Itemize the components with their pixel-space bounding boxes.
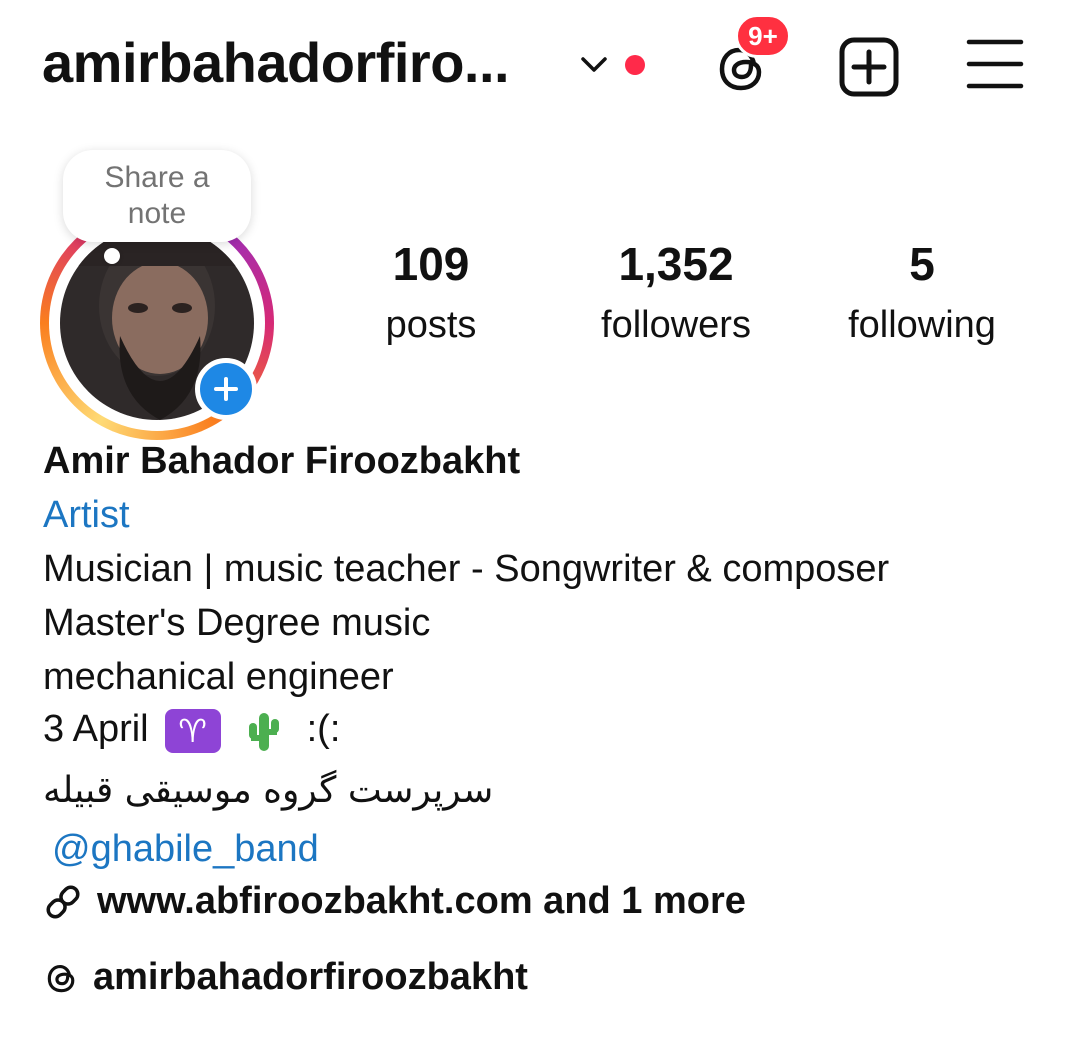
add-story-button[interactable]: [195, 358, 257, 420]
stat-followers-value: 1,352: [618, 238, 734, 290]
threads-icon: [47, 964, 75, 992]
chevron-down-icon[interactable]: [578, 52, 610, 78]
bio-line-3: mechanical engineer: [43, 656, 394, 698]
hamburger-menu-icon[interactable]: [966, 38, 1024, 90]
stat-followers-label: followers: [601, 304, 751, 346]
bio-line-2: Master's Degree music: [43, 602, 431, 644]
website-link-row[interactable]: www.abfiroozbakht.com and 1 more: [43, 880, 746, 923]
website-link-text[interactable]: www.abfiroozbakht.com and 1 more: [97, 880, 746, 923]
threads-handle-text[interactable]: amirbahadorfiroozbakht: [93, 956, 528, 999]
stat-following[interactable]: 5 following: [802, 238, 1042, 348]
link-icon: [46, 884, 80, 919]
bio-line-1: Musician | music teacher - Songwriter & …: [43, 548, 890, 590]
aries-icon: ♈: [164, 708, 221, 753]
note-text-line1: Share a: [104, 161, 210, 194]
stat-posts-value: 109: [392, 238, 470, 290]
stat-followers[interactable]: 1,352 followers: [556, 238, 796, 348]
profile-username[interactable]: amirbahadorfiro...: [42, 30, 510, 95]
notification-dot: [625, 55, 645, 75]
plus-square-icon[interactable]: [838, 36, 900, 98]
profile-category: Artist: [43, 494, 130, 536]
stat-following-value: 5: [909, 238, 935, 290]
threads-profile-link[interactable]: amirbahadorfiroozbakht: [43, 956, 528, 999]
plus-icon: [214, 377, 238, 401]
cactus-icon: [248, 712, 279, 751]
note-tail-dot: [104, 248, 120, 264]
stat-following-label: following: [848, 304, 996, 346]
stat-posts-label: posts: [385, 304, 477, 346]
mention-link[interactable]: @ghabile_band: [52, 828, 319, 871]
emoticon-text: :(:: [306, 708, 341, 750]
birthday-text: 3 April: [43, 708, 149, 750]
threads-notification-badge: 9+: [735, 14, 791, 58]
stat-posts[interactable]: 109 posts: [311, 238, 551, 348]
note-text-line2: note: [127, 197, 187, 230]
profile-name: Amir Bahador Firoozbakht: [43, 440, 521, 482]
bio-persian-line: سرپرست گروه موسیقی قبیله: [43, 770, 494, 811]
share-note-bubble[interactable]: Share a note: [63, 150, 251, 242]
bio-birthday-line: 3 April ♈ :(:: [43, 708, 340, 753]
